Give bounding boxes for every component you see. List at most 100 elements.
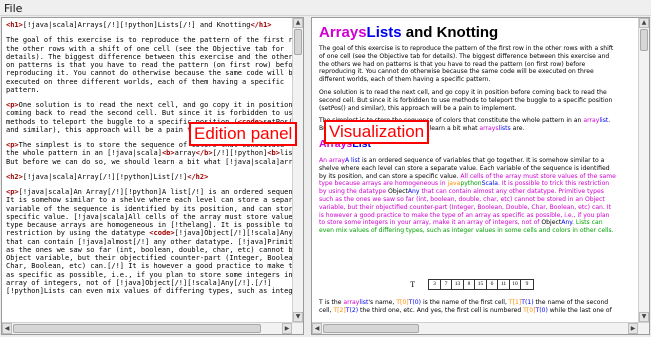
array-cell: 15 — [475, 280, 487, 289]
text-line: of one cell (see the Objective tab for d… — [319, 52, 610, 60]
text-run: A list — [344, 156, 361, 164]
text-run: T[2] — [333, 306, 346, 314]
text-run: type because arrays are homogeneous in — [319, 180, 448, 188]
code-line: <p>[!java|scala]An Array[/!][!python]A l… — [6, 188, 292, 196]
text-run: T(0) — [535, 306, 548, 314]
text-run: by using the datatype — [319, 188, 389, 196]
text-line: (setPos() and similar), this approach wi… — [319, 104, 517, 112]
text-run: java — [447, 180, 461, 188]
text-run: T[1] — [508, 299, 522, 306]
text-run: Lists — [366, 24, 402, 41]
code-editor[interactable]: <h1>[!java|scala]Arrays[/!][!python]List… — [2, 18, 292, 322]
array-cell: 10 — [510, 280, 522, 289]
text-run: . It is possible to trick this restricti… — [498, 180, 610, 188]
text-run: is the name of the first cell, — [421, 299, 509, 306]
text-run: to store some integers in your array, ma… — [319, 219, 542, 227]
scroll-up-arrow-icon[interactable]: ▲ — [293, 18, 303, 28]
text-run: Any — [561, 219, 573, 227]
scroll-thumb[interactable] — [13, 324, 261, 333]
text-run: are. — [510, 125, 525, 133]
scroll-right-arrow-icon[interactable]: ▶ — [282, 323, 292, 334]
code-line: restriction by using the datatype <code>… — [6, 229, 292, 238]
array-diagram: T 3 7 13 8 15 6 11 10 9 — [312, 274, 632, 293]
scroll-right-arrow-icon[interactable]: ▶ — [628, 323, 638, 334]
code-line: specific value. [!java|scala]All cells o… — [6, 212, 292, 221]
scroll-thumb[interactable] — [323, 324, 419, 333]
array-cell: 3 — [429, 280, 441, 289]
text-line: shelve where each level can store a sepa… — [319, 165, 638, 173]
code-line: Char, Boolean, etc) can.[/!] It is howev… — [6, 262, 292, 271]
array-cell: 7 — [441, 280, 453, 289]
text-run: array — [343, 299, 360, 306]
code-line: [!python]Lists can even mix values of di… — [6, 287, 292, 295]
text-run: the third one, etc. And yes, the first c… — [358, 306, 524, 314]
scroll-down-arrow-icon[interactable]: ▼ — [639, 312, 649, 322]
text-run: Scala — [481, 180, 499, 188]
text-run: python — [460, 180, 482, 188]
paragraph-array-definition: An arrayA list is an ordered sequence of… — [319, 157, 638, 235]
text-run: while the last one of — [547, 306, 612, 314]
scroll-left-arrow-icon[interactable]: ◀ — [312, 323, 322, 334]
text-run: list — [599, 117, 609, 125]
visualization-horizontal-scrollbar[interactable]: ◀ ▶ — [312, 322, 649, 334]
scroll-left-arrow-icon[interactable]: ◀ — [2, 323, 12, 334]
text-run: and Knotting — [401, 24, 499, 41]
code-line: variable of the sequence is identified b… — [6, 204, 292, 213]
text-line: the others we had on patterns is that yo… — [319, 60, 586, 68]
text-run: that can contain almost any other dataty… — [419, 188, 604, 196]
text-run: An array — [319, 156, 345, 164]
menu-file[interactable]: File — [4, 2, 22, 15]
text-run: array — [583, 117, 600, 125]
scroll-up-arrow-icon[interactable]: ▲ — [639, 18, 649, 28]
visualization-callout: Visualization — [324, 120, 430, 144]
edition-horizontal-scrollbar[interactable]: ◀ ▶ — [2, 322, 303, 334]
code-line: on patterns is that you have to read the… — [6, 61, 292, 69]
code-line: <h1>[!java|scala]Arrays[/!][!python]List… — [6, 21, 272, 29]
code-line: array of integers, not of [!java]Object[… — [6, 278, 272, 287]
array-cell: 6 — [487, 280, 499, 289]
text-line: An arrayA list is an ordered sequence of… — [319, 157, 638, 165]
code-line: coming back to read the second cell. But… — [6, 109, 292, 118]
paragraph-array-naming: T is the arraylist's name, T[0]T(0) is t… — [319, 299, 638, 315]
text-run: cell, — [319, 306, 334, 314]
code-line: It is somehow similar to a shelve where … — [6, 196, 292, 205]
text-run: even mix values of differing types, such… — [319, 227, 614, 235]
text-line: by using the datatype ObjectAny that can… — [319, 188, 638, 196]
code-line: details). The biggest difference between… — [6, 52, 292, 61]
code-line: pattern. — [6, 85, 40, 94]
text-run: shelve where each level can store a sepa… — [319, 164, 610, 172]
text-run: Object — [388, 188, 408, 196]
text-run: list — [359, 299, 369, 306]
visualization-vertical-scrollbar[interactable]: ▲ ▼ — [638, 18, 649, 322]
text-run: Arrays — [319, 24, 367, 41]
text-line: by its position, and can store a specifi… — [319, 173, 638, 181]
scroll-thumb[interactable] — [294, 29, 302, 55]
scroll-thumb[interactable] — [640, 29, 648, 51]
edition-panel[interactable]: <h1>[!java|scala]Arrays[/!][!python]List… — [1, 17, 304, 335]
array-cell: 11 — [498, 280, 510, 289]
array-cell: 13 — [452, 280, 464, 289]
code-line: as specific as possible, i.e., if you pl… — [6, 270, 292, 279]
edition-vertical-scrollbar[interactable]: ▲ ▼ — [292, 18, 303, 322]
code-line: <p>One solution is to read the next cell… — [6, 101, 292, 109]
text-run: T[0] — [523, 306, 536, 314]
page-title: ArraysLists and Knotting — [319, 23, 638, 42]
paragraph-goal: The goal of this exercise is to reproduc… — [319, 45, 638, 84]
code-line: The goal of this exercise is to reproduc… — [6, 36, 292, 45]
text-run: All cells of the array must store values… — [460, 172, 616, 180]
text-run: 's name, — [368, 299, 397, 306]
text-run: arrays — [479, 125, 499, 133]
text-run: T(0) — [408, 299, 422, 306]
text-run: the name of the second — [533, 299, 609, 306]
scroll-down-arrow-icon[interactable]: ▼ — [293, 312, 303, 322]
code-line: the whole pattern in an [!java|scala]<b>… — [6, 149, 292, 158]
edition-panel-callout: Edition panel — [189, 122, 298, 146]
text-line: reproducing it. You cannot do otherwise … — [319, 68, 594, 76]
text-run: T(1) — [521, 299, 534, 306]
code-line: that can contain [!java]almost[/!] any o… — [6, 237, 292, 246]
code-line: as the ones we saw so far (int, boolean,… — [6, 245, 292, 254]
text-line: T is the arraylist's name, T[0]T(0) is t… — [319, 299, 638, 307]
